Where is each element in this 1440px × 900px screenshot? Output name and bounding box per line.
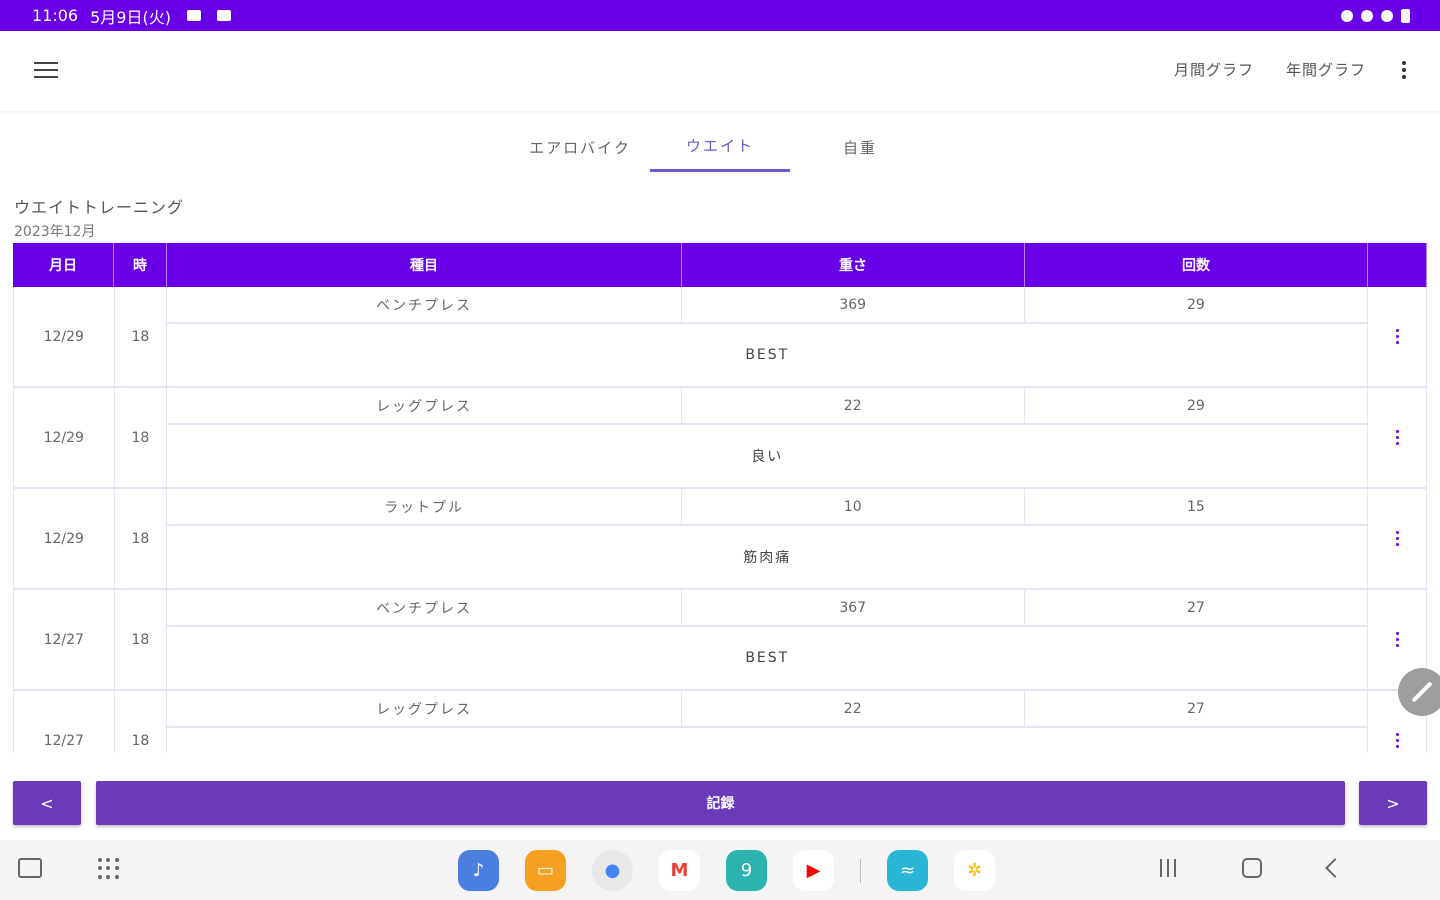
table-row[interactable]: 12/29 18 ラットプル 10 15 筋肉痛 bbox=[13, 489, 1427, 590]
row-weight: 367 bbox=[682, 590, 1025, 625]
status-date: 5月9日(火) bbox=[90, 7, 171, 27]
message-icon bbox=[216, 10, 231, 21]
header-weight: 重さ bbox=[682, 243, 1025, 287]
header-menu bbox=[1368, 243, 1427, 287]
row-exercise: レッグプレス bbox=[167, 691, 682, 726]
row-exercise: ベンチプレス bbox=[167, 287, 682, 322]
header-date: 月日 bbox=[13, 243, 114, 287]
battery-icon bbox=[1401, 8, 1410, 23]
tab-bar: エアロバイク ウエイト 自重 bbox=[510, 122, 930, 172]
row-date: 12/27 bbox=[14, 691, 115, 753]
status-time: 11:06 bbox=[32, 6, 79, 25]
table-row[interactable]: 12/27 18 レッグプレス 22 27 bbox=[13, 691, 1427, 753]
table-row[interactable]: 12/29 18 レッグプレス 22 29 良い bbox=[13, 388, 1427, 489]
overflow-menu-icon[interactable] bbox=[1398, 60, 1410, 79]
chrome-app-icon[interactable]: ● bbox=[592, 850, 633, 891]
row-weight: 369 bbox=[682, 287, 1025, 322]
photos-app-icon[interactable]: ✲ bbox=[954, 850, 995, 891]
recent-apps-icon[interactable] bbox=[1160, 859, 1176, 877]
gmail-app-icon[interactable]: M bbox=[659, 850, 700, 891]
youtube-app-icon[interactable]: ▶ bbox=[793, 850, 834, 891]
row-hour: 18 bbox=[115, 388, 168, 487]
row-note: 筋肉痛 bbox=[743, 550, 792, 566]
hamburger-menu-icon[interactable] bbox=[34, 62, 58, 80]
app-bar: 月間グラフ 年間グラフ bbox=[0, 31, 1440, 111]
previous-month-button[interactable]: < bbox=[13, 781, 81, 825]
row-weight: 22 bbox=[682, 388, 1025, 423]
prime-video-app-icon[interactable]: ≈ bbox=[887, 850, 928, 891]
section-title: ウエイトトレーニング bbox=[14, 198, 185, 217]
row-reps: 29 bbox=[1187, 397, 1205, 414]
table-header: 月日 時 種目 重さ 回数 bbox=[13, 243, 1427, 287]
row-note: BEST bbox=[745, 650, 790, 666]
table-row[interactable]: 12/27 18 ベンチプレス 367 27 BEST bbox=[13, 590, 1427, 691]
row-reps: 15 bbox=[1187, 498, 1205, 515]
app-dock: ♪ ▭ ● M 9 ▶ ≈ ✲ bbox=[458, 850, 995, 891]
home-icon[interactable] bbox=[1242, 858, 1262, 878]
records-table: 月日 時 種目 重さ 回数 12/29 18 ベンチプレス 369 29 BES… bbox=[13, 243, 1427, 753]
tab-bodyweight[interactable]: 自重 bbox=[790, 122, 930, 172]
header-exercise: 種目 bbox=[167, 243, 682, 287]
row-weight: 10 bbox=[682, 489, 1025, 524]
pencil-icon bbox=[1411, 681, 1433, 703]
yearly-graph-button[interactable]: 年間グラフ bbox=[1286, 59, 1366, 80]
vibrate-icon bbox=[1361, 9, 1373, 22]
row-note bbox=[167, 728, 1367, 753]
files-app-icon[interactable]: ▭ bbox=[525, 850, 566, 891]
monthly-graph-button[interactable]: 月間グラフ bbox=[1174, 59, 1254, 80]
header-reps: 回数 bbox=[1025, 243, 1368, 287]
row-hour: 18 bbox=[115, 691, 168, 753]
section-month: 2023年12月 bbox=[14, 224, 96, 240]
next-month-button[interactable]: > bbox=[1359, 781, 1427, 825]
row-exercise: ラットプル bbox=[167, 489, 682, 524]
row-reps: 27 bbox=[1187, 599, 1205, 616]
music-app-icon[interactable]: ♪ bbox=[458, 850, 499, 891]
header-hour: 時 bbox=[114, 243, 167, 287]
row-date: 12/29 bbox=[14, 287, 115, 386]
status-bar: 11:06 5月9日(火) bbox=[0, 0, 1440, 31]
row-date: 12/29 bbox=[14, 388, 115, 487]
row-date: 12/29 bbox=[14, 489, 115, 588]
calendar-app-icon[interactable]: 9 bbox=[726, 850, 767, 891]
tab-weight[interactable]: ウエイト bbox=[650, 122, 790, 172]
row-reps: 27 bbox=[1187, 700, 1205, 717]
row-date: 12/27 bbox=[14, 590, 115, 689]
row-menu-icon[interactable] bbox=[1368, 388, 1427, 487]
row-hour: 18 bbox=[115, 287, 168, 386]
dock-separator bbox=[860, 858, 861, 883]
tab-aerobike[interactable]: エアロバイク bbox=[510, 122, 650, 172]
record-button[interactable]: 記録 bbox=[96, 781, 1345, 825]
row-note: 良い bbox=[751, 449, 784, 465]
row-hour: 18 bbox=[115, 489, 168, 588]
wifi-icon bbox=[1381, 9, 1393, 22]
row-weight: 22 bbox=[682, 691, 1025, 726]
notification-icon bbox=[186, 10, 201, 21]
row-reps: 29 bbox=[1187, 296, 1205, 313]
system-navigation-bar: ♪ ▭ ● M 9 ▶ ≈ ✲ bbox=[0, 840, 1440, 900]
table-row[interactable]: 12/29 18 ベンチプレス 369 29 BEST bbox=[13, 287, 1427, 388]
row-menu-icon[interactable] bbox=[1368, 489, 1427, 588]
mute-icon bbox=[1341, 9, 1353, 22]
screen-capture-icon[interactable] bbox=[18, 858, 42, 878]
row-exercise: ベンチプレス bbox=[167, 590, 682, 625]
row-menu-icon[interactable] bbox=[1368, 287, 1427, 386]
edit-fab-button[interactable] bbox=[1398, 668, 1440, 716]
back-icon[interactable] bbox=[1325, 858, 1345, 878]
app-drawer-icon[interactable] bbox=[98, 858, 120, 880]
row-exercise: レッグプレス bbox=[167, 388, 682, 423]
row-hour: 18 bbox=[115, 590, 168, 689]
row-note: BEST bbox=[745, 347, 790, 363]
